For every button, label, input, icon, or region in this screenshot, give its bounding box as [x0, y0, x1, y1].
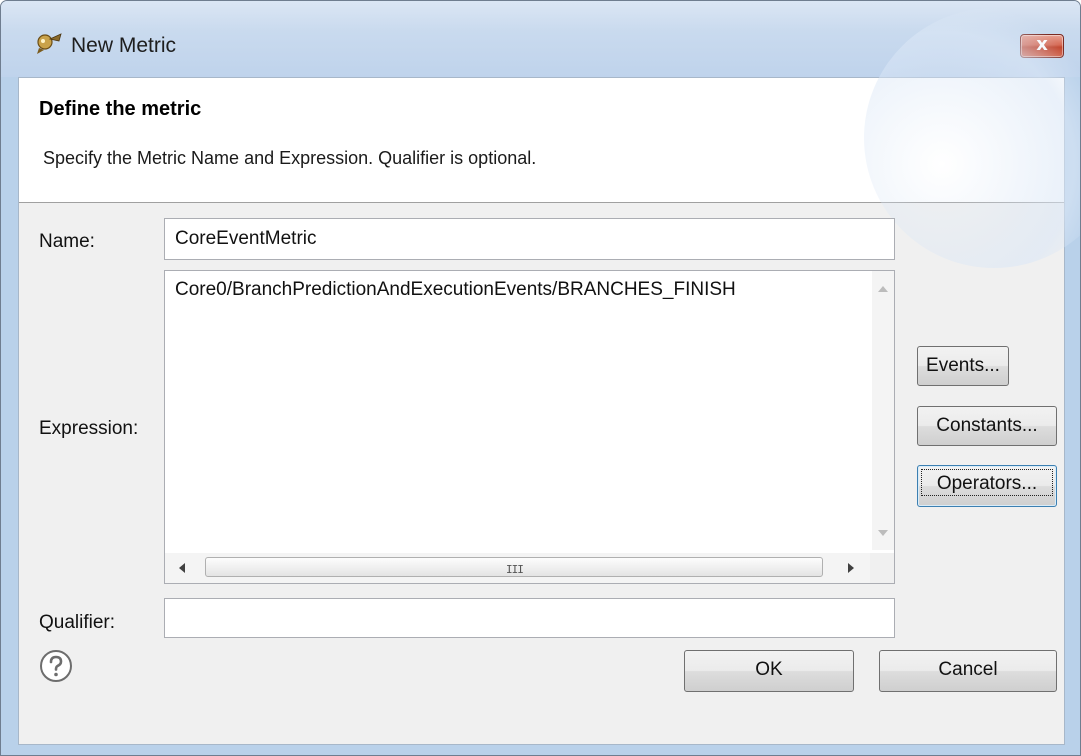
scroll-up-icon[interactable] — [878, 285, 888, 293]
constants-button[interactable]: Constants... — [917, 406, 1057, 446]
operators-button-label: Operators... — [921, 469, 1053, 496]
wizard-header: Define the metric Specify the Metric Nam… — [19, 8, 1080, 268]
expression-label: Expression: — [39, 418, 139, 439]
name-field-value: CoreEventMetric — [175, 228, 317, 249]
scroll-left-icon[interactable] — [178, 563, 186, 573]
expression-field[interactable]: Core0/BranchPredictionAndExecutionEvents… — [164, 270, 895, 584]
scroll-down-icon[interactable] — [878, 529, 888, 537]
cancel-button-label: Cancel — [938, 659, 998, 680]
page-title: Define the metric — [39, 98, 202, 120]
events-button-label: Events... — [926, 355, 1000, 376]
dialog-body: Define the metric Specify the Metric Nam… — [18, 8, 1080, 745]
ok-button-label: OK — [755, 659, 783, 680]
scroll-corner — [870, 553, 894, 583]
page-description: Specify the Metric Name and Expression. … — [43, 148, 537, 168]
window-title: New Metric — [71, 34, 177, 57]
cancel-button[interactable]: Cancel — [879, 650, 1057, 692]
name-field[interactable]: CoreEventMetric — [164, 218, 895, 260]
scroll-right-icon[interactable] — [847, 563, 855, 573]
operators-button[interactable]: Operators... — [917, 465, 1057, 507]
constants-button-label: Constants... — [936, 415, 1038, 436]
question-circle-icon[interactable] — [39, 649, 73, 683]
app-icon — [37, 33, 62, 54]
qualifier-label: Qualifier: — [39, 612, 116, 633]
vertical-scrollbar[interactable] — [872, 271, 894, 550]
horizontal-scroll-thumb[interactable]: III — [205, 557, 823, 577]
events-button[interactable]: Events... — [917, 346, 1009, 386]
qualifier-field[interactable] — [164, 598, 895, 638]
horizontal-scrollbar[interactable]: III — [165, 553, 870, 583]
name-label: Name: — [39, 231, 95, 252]
scroll-grip-icon: III — [506, 563, 524, 576]
expression-field-value: Core0/BranchPredictionAndExecutionEvents… — [175, 279, 736, 300]
new-metric-dialog: New Metric x Define the metric Specify t… — [0, 0, 1081, 756]
ok-button[interactable]: OK — [684, 650, 854, 692]
